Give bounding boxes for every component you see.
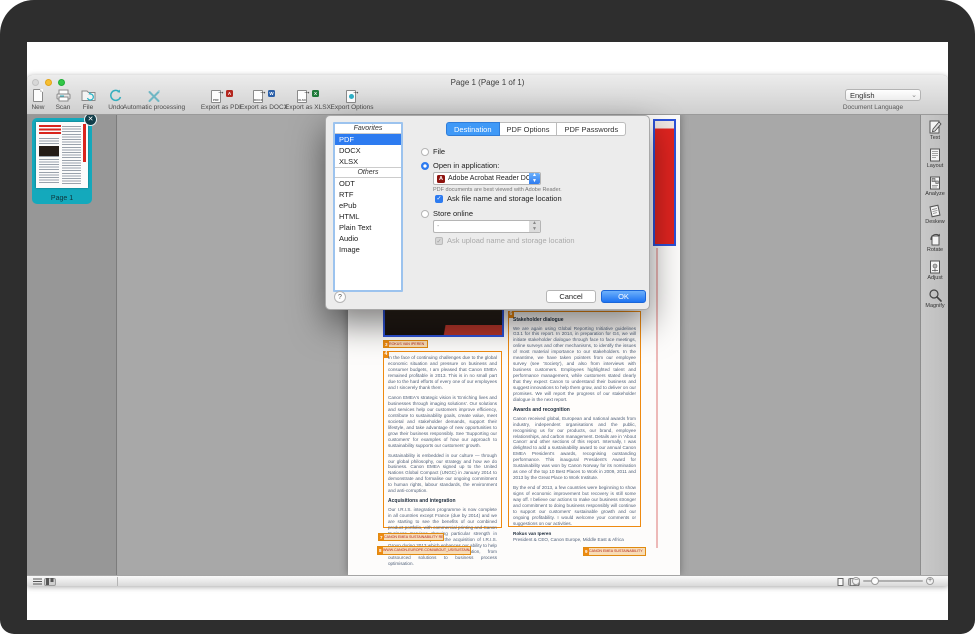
format-item-rtf[interactable]: RTF [335,189,401,200]
cancel-button[interactable]: Cancel [546,290,596,303]
acquisitions-heading: Acquisitions and integration [388,498,497,505]
pages-panel: Page 1 ✕ [27,115,117,575]
automatic-processing-button[interactable]: Automatic processing [115,88,193,111]
text-zone-footer-7[interactable]: 7 CANON EMEA SUSTAINABILITY REPORT 2013 [378,533,444,541]
tool-layout[interactable]: Layout [921,148,948,169]
tool-text[interactable]: Text [921,120,948,141]
stakeholder-heading: Stakeholder dialogue [513,317,636,324]
thumbnail-view-icon[interactable] [44,578,56,586]
format-item-audio[interactable]: Audio [335,233,401,244]
single-page-view-icon[interactable] [834,578,846,586]
awards-heading: Awards and recognition [513,407,636,414]
signature-title: President & CEO, Canon Europe, Middle Ea… [513,537,636,543]
language-value: English [850,91,875,100]
zone-number: 3 [384,341,389,347]
page-thumbnail[interactable]: Page 1 ✕ [32,118,92,204]
zone-number: 9 [584,548,589,555]
format-item-plaintext[interactable]: Plain Text [335,222,401,233]
tab-pdf-options[interactable]: PDF Options [500,122,558,136]
tool-magnify[interactable]: Magnify [921,288,948,309]
export-dialog: Favorites PDF DOCX XLSX Others ODT RTF e… [325,115,650,310]
ask-upload-name-checkbox[interactable]: ✓ Ask upload name and storage location [435,236,575,245]
open-in-application-radio[interactable]: Open in application: [421,161,499,170]
format-item-docx[interactable]: DOCX [335,145,401,156]
text-tool-icon [928,120,942,134]
deskew-tool-icon [928,204,942,218]
stepper-icon: ▲▼ [529,173,540,184]
tools-panel: Text Layout Analyze Deskew [920,115,948,575]
app-window: Page 1 (Page 1 of 1) New Scan File [27,75,948,586]
ask-file-name-checkbox[interactable]: ✓ Ask file name and storage location [435,194,562,203]
text-zone-footer-8[interactable]: 8 WWW.CANON-EUROPE.COM/ABOUT_US/SUSTAINA… [377,546,471,555]
window-title: Page 1 (Page 1 of 1) [27,78,948,87]
radio-icon [421,210,429,218]
zone-number: 7 [379,534,384,540]
zoom-slider-knob[interactable] [871,577,879,585]
export-options-icon: → [341,88,363,103]
format-item-image[interactable]: Image [335,244,401,255]
window-chrome: Page 1 (Page 1 of 1) New Scan File [27,75,948,115]
format-item-xlsx[interactable]: XLSX [335,156,401,167]
right-column-text: Stakeholder dialogue We are again using … [509,312,640,550]
zoom-control: − + [852,577,934,585]
zoom-in-button[interactable]: + [926,577,934,585]
help-button[interactable]: ? [334,291,346,303]
page-thumbnail-preview [36,122,88,188]
adobe-acrobat-icon: A [437,175,445,183]
screenshot: Page 1 (Page 1 of 1) New Scan File [0,0,975,634]
application-dropdown[interactable]: A Adobe Acrobat Reader DC ▲▼ [433,172,541,185]
document-language-select[interactable]: English ⌄ [845,89,921,101]
delete-page-icon[interactable]: ✕ [84,115,97,126]
page-red-rule [656,248,658,548]
checkbox-icon: ✓ [435,195,443,203]
format-item-epub[interactable]: ePub [335,200,401,211]
stepper-icon: ▲▼ [529,221,540,232]
format-item-odt[interactable]: ODT [335,178,401,189]
tool-deskew[interactable]: Deskew [921,204,948,225]
text-zone-left-column[interactable]: 4 In the face of continuing challenges d… [383,351,502,528]
others-header: Others [335,167,401,178]
tab-destination[interactable]: Destination [446,122,500,136]
status-bar: − + [27,575,948,586]
format-list: Favorites PDF DOCX XLSX Others ODT RTF e… [333,122,403,292]
file-radio[interactable]: File [421,147,445,156]
export-options-button[interactable]: → Export Options [313,88,391,111]
magic-x-icon [147,88,161,103]
image-zone-red-strip[interactable] [653,119,676,246]
store-online-radio[interactable]: Store online [421,209,473,218]
text-zone-footer-9[interactable]: 9 CANON EMEA SUSTAINABILITY [583,547,646,556]
statusbar-divider [117,577,118,586]
tool-adjust[interactable]: Adjust [921,260,948,281]
tool-rotate[interactable]: Rotate [921,232,948,253]
chevron-down-icon: ⌄ [911,91,917,99]
adjust-tool-icon [928,260,942,274]
favorites-header: Favorites [335,124,401,134]
list-view-icon[interactable] [31,578,43,586]
document-language-label: Document Language [825,104,921,111]
page-thumbnail-label: Page 1 [32,195,92,202]
tab-pdf-passwords[interactable]: PDF Passwords [557,122,626,136]
zoom-slider[interactable] [863,580,923,582]
zoom-out-button[interactable]: − [852,577,860,585]
dialog-tabs: Destination PDF Options PDF Passwords [446,122,626,136]
radio-icon [421,162,429,170]
app-hint: PDF documents are best viewed with Adobe… [433,187,562,193]
ok-button[interactable]: OK [601,290,646,303]
desktop: Page 1 (Page 1 of 1) New Scan File [27,42,948,620]
analyze-tool-icon [928,176,942,190]
store-online-dropdown[interactable]: - ▲▼ [433,220,541,233]
format-item-pdf[interactable]: PDF [335,134,401,145]
checkbox-icon: ✓ [435,237,443,245]
rotate-tool-icon [928,232,942,246]
tool-analyze[interactable]: Analyze [921,176,948,197]
text-zone-right-column[interactable]: 6 Stakeholder dialogue We are again usin… [508,311,641,527]
layout-tool-icon [928,148,942,162]
format-item-html[interactable]: HTML [335,211,401,222]
text-zone-caption[interactable]: 3 ROKUS VAN IPEREN [383,340,428,348]
magnify-tool-icon [928,288,942,302]
radio-icon [421,148,429,156]
zone-number: 8 [378,547,383,554]
